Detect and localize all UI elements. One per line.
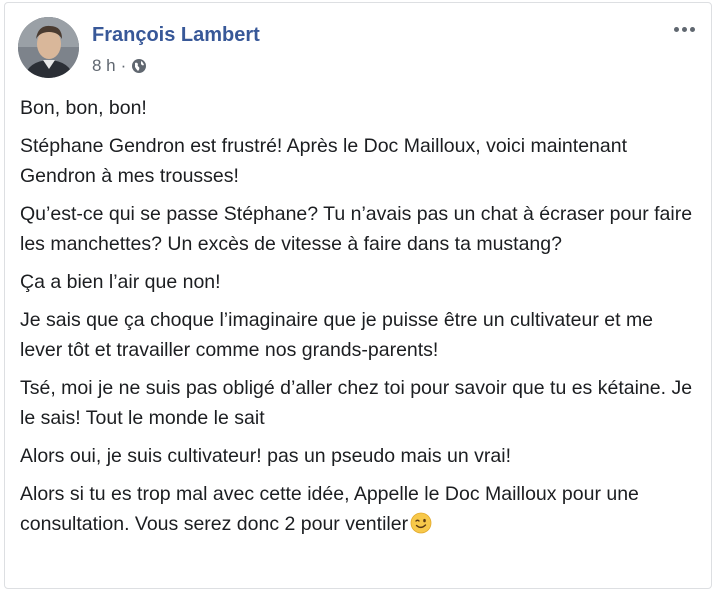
post-paragraph-last: Alors si tu es trop mal avec cette idée,… [20, 479, 700, 539]
wink-emoji-icon [410, 512, 432, 534]
more-options-icon[interactable] [670, 21, 699, 38]
globe-icon[interactable] [131, 58, 147, 74]
post-paragraph: Ça a bien l’air que non! [20, 271, 221, 293]
post-card: François Lambert 8 h · Bon, bon, bon! St… [4, 2, 712, 589]
author-name[interactable]: François Lambert [92, 24, 260, 47]
post-timestamp[interactable]: 8 h [92, 56, 116, 76]
post-paragraph: Alors oui, je suis cultivateur! pas un p… [20, 445, 511, 467]
post-text: Bon, bon, bon! Stéphane Gendron est frus… [20, 93, 700, 547]
avatar[interactable] [18, 17, 79, 78]
post-paragraph: Bon, bon, bon! [20, 97, 147, 119]
profile-photo [18, 17, 79, 78]
post-paragraph: Qu’est-ce qui se passe Stéphane? Tu n’av… [20, 203, 693, 255]
post-paragraph-text: Alors si tu es trop mal avec cette idée,… [20, 483, 639, 535]
meta-separator: · [120, 56, 127, 75]
post-meta: 8 h · [92, 56, 147, 76]
post-paragraph: Je sais que ça choque l’imaginaire que j… [20, 309, 654, 361]
post-paragraph: Stéphane Gendron est frustré! Après le D… [20, 135, 627, 187]
post-paragraph: Tsé, moi je ne suis pas obligé d’aller c… [20, 377, 693, 429]
